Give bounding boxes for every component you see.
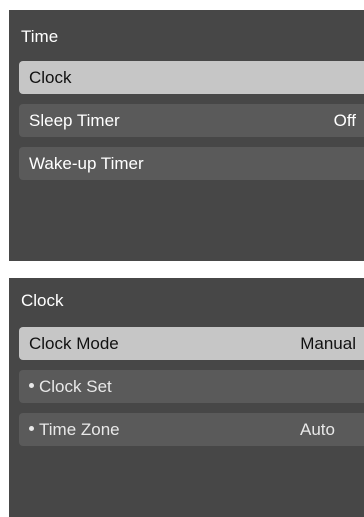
menu-item-value: Off	[333, 110, 356, 130]
menu-item-value: Auto	[300, 419, 335, 439]
menu-item-label: Wake-up Timer	[29, 153, 144, 173]
menu-item-label: Sleep Timer	[29, 110, 120, 130]
menu-item-label: Clock Set	[39, 376, 112, 396]
menu-item-clock[interactable]: Clock	[19, 61, 364, 94]
menu-item-wake-up-timer[interactable]: Wake-up Timer	[19, 147, 364, 180]
menu-item-label-wrap: Time Zone	[29, 420, 120, 440]
menu-item-clock-mode[interactable]: Clock Mode Manual	[19, 327, 364, 360]
menu-item-sleep-timer[interactable]: Sleep Timer Off	[19, 104, 364, 137]
menu-item-label-wrap: Clock Set	[29, 377, 112, 397]
time-menu-title: Time	[21, 27, 59, 46]
menu-item-label: Clock	[29, 67, 72, 87]
clock-menu-panel: Clock Clock Mode Manual Clock Set Time Z…	[9, 278, 364, 517]
menu-item-label: Time Zone	[39, 419, 120, 439]
bullet-icon	[29, 425, 34, 431]
menu-item-clock-set[interactable]: Clock Set	[19, 370, 364, 403]
menu-item-value: Manual	[300, 333, 356, 353]
menu-item-label: Clock Mode	[29, 333, 119, 353]
clock-menu-title: Clock	[21, 291, 64, 310]
menu-item-time-zone[interactable]: Time Zone Auto	[19, 413, 364, 446]
time-menu-panel: Time Clock Sleep Timer Off Wake-up Timer	[9, 10, 364, 261]
bullet-icon	[29, 382, 34, 388]
